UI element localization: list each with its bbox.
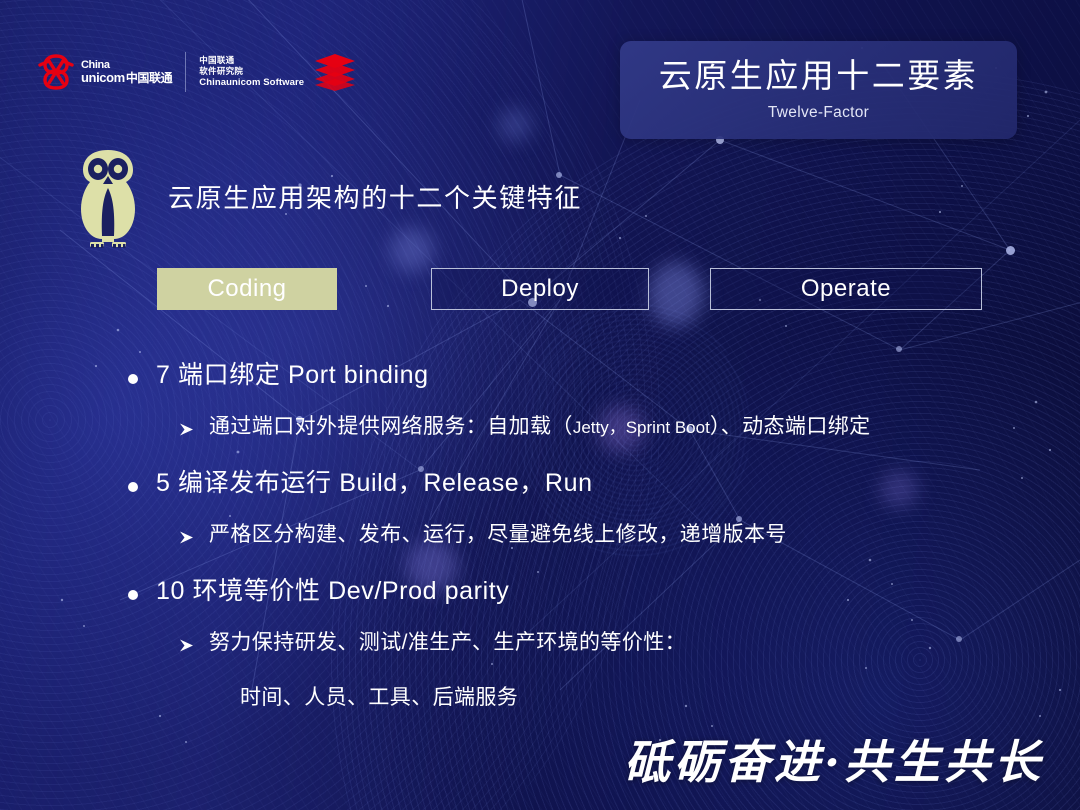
chinaunicom-software-wordmark: 中国联通 软件研究院 Chinaunicom Software [199, 55, 304, 88]
owl-icon [81, 150, 135, 248]
list-item: 7 端口绑定 Port binding [128, 360, 1080, 402]
bullet-dot-icon [128, 374, 138, 384]
cs-line3: Chinaunicom Software [199, 76, 305, 88]
background-halo-6 [498, 108, 532, 142]
list-sub-item: 努力保持研发、测试/准生产、生产环境的等价性： [178, 629, 1080, 667]
chinaunicom-software-logo: 中国联通 软件研究院 Chinaunicom Software [199, 52, 358, 92]
arrow-right-icon [180, 423, 193, 436]
factor-detail-frameworks: Jetty，Sprint Boot [572, 418, 710, 437]
factor-detail: 努力保持研发、测试/准生产、生产环境的等价性： [209, 631, 687, 654]
red-stacked-diamonds-icon [315, 54, 356, 91]
bullet-dot-icon [128, 482, 138, 492]
background-node-dot [1006, 246, 1015, 255]
factor-title: 10 环境等价性 Dev/Prod parity [156, 577, 510, 605]
factor-title: 7 端口绑定 Port binding [156, 361, 429, 389]
china-unicom-logo: China unicom 中国联通 [36, 52, 173, 92]
factor-detail-post: ）、动态端口绑定 [709, 415, 871, 438]
factor-list: 7 端口绑定 Port binding 通过端口对外提供网络服务：自加载（Jet… [0, 360, 1080, 711]
tab-coding-label: Coding [207, 275, 287, 302]
unicom-knot-icon [38, 54, 74, 90]
factor-detail: 严格区分构建、发布、运行，尽量避免线上修改，递增版本号 [209, 523, 787, 546]
factor-title: 5 编译发布运行 Build，Release，Run [156, 469, 593, 497]
arrow-right-icon [180, 531, 193, 544]
list-item: 5 编译发布运行 Build，Release，Run [128, 468, 1080, 510]
cs-line1: 中国联通 [199, 55, 235, 66]
page-subtitle: Twelve-Factor [767, 103, 870, 121]
tab-operate-label: Operate [800, 275, 892, 302]
cs-line2: 软件研究院 [199, 66, 244, 77]
china-unicom-wordmark: China unicom 中国联通 [81, 60, 173, 85]
list-sub-item: 通过端口对外提供网络服务：自加载（Jetty，Sprint Boot）、动态端口… [178, 413, 1080, 451]
logo-bar: China unicom 中国联通 中国联通 软件研究院 Chinaunicom… [36, 44, 358, 100]
footer-slogan: 砥砺奋进·共生共长 [623, 735, 1044, 789]
section-heading: 云原生应用架构的十二个关键特征 [168, 183, 583, 213]
tab-coding[interactable]: Coding [157, 268, 337, 310]
cu-line2-en: unicom [81, 70, 125, 85]
tab-deploy[interactable]: Deploy [431, 268, 649, 310]
factor-detail-pre: 通过端口对外提供网络服务：自加载（ [209, 415, 573, 438]
list-sub-item: 严格区分构建、发布、运行，尽量避免线上修改，递增版本号 [178, 521, 1080, 559]
tab-operate[interactable]: Operate [710, 268, 982, 310]
slide-title-card: 云原生应用十二要素 Twelve-Factor [620, 41, 1017, 139]
slide-canvas: China unicom 中国联通 中国联通 软件研究院 Chinaunicom… [0, 0, 1080, 810]
factor-detail: 通过端口对外提供网络服务：自加载（Jetty，Sprint Boot）、动态端口… [209, 413, 871, 440]
cu-line2-cn: 中国联通 [125, 71, 173, 85]
background-halo-2 [390, 228, 434, 272]
phase-tab-group: Coding Deploy Operate [0, 268, 1080, 310]
bullet-dot-icon [128, 590, 138, 600]
page-title: 云原生应用十二要素 [658, 57, 979, 95]
list-item: 10 环境等价性 Dev/Prod parity [128, 576, 1080, 618]
logo-divider [185, 52, 187, 92]
arrow-right-icon [180, 639, 193, 652]
background-node-dot [896, 346, 902, 352]
tab-deploy-label: Deploy [501, 275, 579, 302]
factor-detail-line2: 时间、人员、工具、后端服务 [240, 686, 519, 709]
